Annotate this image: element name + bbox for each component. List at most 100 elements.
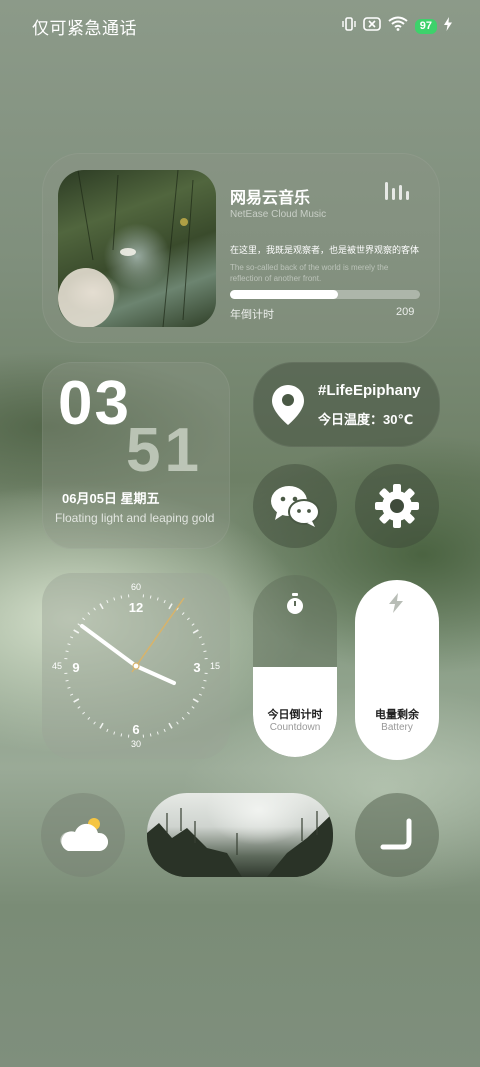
clock-hour-hand — [134, 664, 176, 685]
clock-tick — [176, 721, 179, 725]
clock-tick — [65, 650, 69, 653]
clock-tick — [93, 607, 96, 611]
clock-tick — [168, 722, 173, 729]
charging-icon — [444, 16, 452, 36]
countdown-subtitle: Countdown — [269, 722, 321, 733]
clock-tick — [156, 731, 159, 735]
clock-tick — [191, 706, 195, 709]
clock-tick — [191, 623, 195, 626]
clock-tick — [201, 686, 205, 689]
clock-minute-15: 15 — [210, 661, 220, 671]
stopwatch-icon — [285, 593, 305, 620]
slogan-text: Floating light and leaping gold — [55, 511, 215, 525]
clock-tick — [82, 617, 86, 621]
countdown-widget[interactable]: 今日倒计时 Countdown — [253, 575, 337, 757]
partly-cloudy-icon — [60, 818, 108, 851]
clock-tick — [70, 693, 74, 696]
photo-widget[interactable] — [147, 793, 333, 877]
gear-icon — [375, 484, 419, 528]
clock-tick — [73, 698, 80, 703]
clock-minute-45: 45 — [52, 661, 62, 671]
clock-tick — [186, 617, 190, 621]
clock-tick — [198, 636, 202, 639]
clock-tick — [192, 629, 199, 634]
clock-minute-30: 30 — [131, 739, 141, 749]
progress-label: 年倒计时 — [230, 309, 274, 321]
clock-tick — [203, 650, 207, 653]
clock-tick — [163, 728, 166, 732]
temperature-text: 今日温度：30℃ — [318, 412, 414, 427]
clock-tick — [203, 679, 207, 682]
status-bar: 仅可紧急通话 97 — [0, 0, 480, 48]
clock-tick — [156, 597, 159, 601]
clock-tick — [106, 728, 109, 732]
clock-tick — [73, 629, 80, 634]
clock-tick — [77, 623, 81, 626]
wifi-icon — [388, 16, 408, 36]
clock-tick — [181, 612, 185, 616]
location-pin-icon — [272, 385, 304, 430]
vibrate-icon — [342, 16, 356, 36]
clock-tick — [120, 733, 123, 737]
bolt-icon — [389, 593, 403, 618]
clock-tick — [149, 733, 152, 737]
carrier-status: 仅可紧急通话 — [32, 19, 137, 38]
clock-tick — [93, 721, 96, 725]
clock-tick — [168, 603, 173, 610]
no-sim-icon — [362, 16, 381, 36]
wechat-icon — [271, 486, 320, 527]
clock-tick — [186, 711, 190, 715]
battery-subtitle: Battery — [381, 722, 413, 733]
clock-tick — [67, 686, 71, 689]
date-text: 06月05日 星期五 — [62, 491, 160, 506]
clock-tick — [65, 679, 69, 682]
location-tag: #LifeEpiphany — [318, 382, 421, 399]
equalizer-icon[interactable] — [384, 182, 410, 205]
clock-tick — [87, 612, 91, 616]
progress-value: 209 — [396, 306, 415, 318]
album-cover[interactable] — [58, 170, 216, 327]
clock-hour-12: 12 — [129, 600, 143, 615]
progress-fill — [230, 290, 339, 299]
clock-tick — [99, 603, 104, 610]
clock-tick — [77, 706, 81, 709]
clock-tick — [87, 716, 91, 720]
clock-minute-60: 60 — [131, 582, 141, 592]
clock-tick — [82, 711, 86, 715]
analog-clock-widget[interactable]: 12 3 6 9 60 15 30 45 — [42, 573, 230, 759]
clock-tick — [106, 600, 109, 604]
clock-tick — [201, 643, 205, 646]
clock-tick — [99, 722, 104, 729]
clock-tick — [198, 693, 202, 696]
time-minute: 51 — [126, 416, 203, 485]
clock-hour-6: 6 — [132, 722, 139, 737]
back-button[interactable] — [355, 793, 439, 877]
analog-clock: 12 3 6 9 60 15 30 45 — [52, 582, 220, 749]
clock-tick — [70, 636, 74, 639]
lyric-english: The so-called back of the world is merel… — [230, 263, 389, 283]
clock-hour-3: 3 — [193, 660, 200, 675]
clock-tick — [192, 698, 199, 703]
clock-tick — [163, 600, 166, 604]
battery-icon: 97 — [414, 18, 437, 34]
battery-widget[interactable]: 电量剩余 Battery — [355, 580, 439, 760]
progress-bar[interactable] — [230, 290, 420, 299]
clock-tick — [120, 595, 123, 599]
status-icons: 97 — [342, 16, 452, 36]
return-icon — [380, 818, 412, 850]
settings-app-button[interactable] — [355, 464, 439, 548]
wechat-app-button[interactable] — [253, 464, 337, 548]
battery-title: 电量剩余 — [375, 709, 419, 721]
weather-widget[interactable] — [41, 793, 125, 877]
music-app-title: 网易云音乐 — [230, 190, 311, 207]
clock-tick — [113, 731, 116, 735]
lyric-chinese: 在这里，我既是观察者，也是被世界观察的客体 — [230, 245, 420, 255]
clock-tick — [181, 716, 185, 720]
clock-minute-hand — [80, 624, 138, 668]
clock-tick — [67, 643, 71, 646]
clock-hour-9: 9 — [72, 660, 79, 675]
clock-tick — [149, 595, 152, 599]
countdown-title: 今日倒计时 — [267, 709, 323, 721]
time-hour: 03 — [58, 369, 131, 438]
music-app-subtitle: NetEase Cloud Music — [230, 209, 327, 220]
